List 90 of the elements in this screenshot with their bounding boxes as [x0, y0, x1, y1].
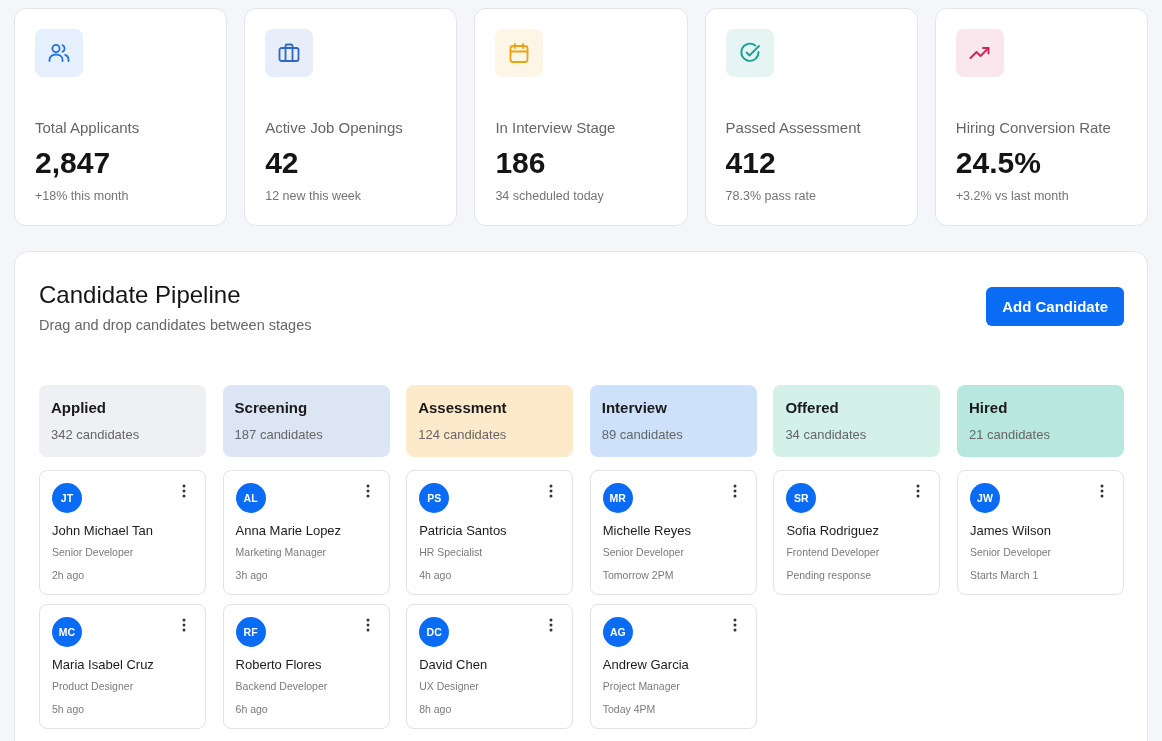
stat-label: Hiring Conversion Rate [955, 119, 1111, 137]
stat-note: 78.3% pass rate [725, 188, 816, 204]
candidate-time: Starts March 1 [970, 568, 1039, 582]
stage-name: Offered [785, 399, 839, 417]
stat-label: Total Applicants [35, 119, 140, 137]
avatar-initials: DC [419, 617, 450, 647]
more-options-icon[interactable] [549, 618, 554, 632]
candidate-role: Senior Developer [52, 545, 134, 559]
stat-note: 12 new this week [265, 188, 362, 204]
candidate-card[interactable]: PS Patricia Santos HR Specialist 4h ago [406, 470, 574, 595]
candidate-card[interactable]: AG Andrew Garcia Project Manager Today 4PM [589, 604, 757, 729]
more-options-icon[interactable] [549, 484, 554, 498]
candidate-time: 8h ago [419, 702, 452, 716]
avatar-initials: MR [602, 483, 633, 513]
stage-name: Hired [969, 399, 1008, 417]
candidate-role: Frontend Developer [786, 545, 880, 559]
stage-count: 187 candidates [234, 427, 323, 443]
candidate-role: Product Designer [52, 679, 134, 693]
candidate-card[interactable]: JW James Wilson Senior Developer Starts March 1 [957, 470, 1124, 595]
candidate-name: Roberto Flores [235, 657, 322, 673]
candidate-name: John Michael Tan [52, 523, 153, 539]
stage-count: 342 candidates [51, 427, 140, 443]
avatar-initials: AG [602, 617, 633, 647]
more-options-icon[interactable] [916, 484, 921, 498]
more-options-icon[interactable] [365, 618, 370, 632]
stat-value: 24.5% [955, 145, 1041, 181]
candidate-card[interactable]: AL Anna Marie Lopez Marketing Manager 3h ago [222, 470, 390, 595]
candidate-time: Today 4PM [602, 702, 656, 716]
candidate-role: HR Specialist [419, 545, 483, 559]
stat-value: 412 [725, 145, 776, 181]
pipeline-subtitle: Drag and drop candidates between stages [39, 316, 312, 334]
candidate-card[interactable]: MR Michelle Reyes Senior Developer Tomorrow 2PM [589, 470, 757, 595]
candidate-name: James Wilson [970, 523, 1051, 539]
candidate-role: Marketing Manager [235, 545, 327, 559]
candidate-role: Backend Developer [235, 679, 328, 693]
candidate-time: Pending response [786, 568, 872, 582]
candidate-name: Andrew Garcia [602, 657, 689, 673]
avatar-initials: MC [52, 617, 82, 647]
more-options-icon[interactable] [732, 618, 737, 632]
candidate-name: Sofia Rodriguez [786, 523, 879, 539]
candidate-card[interactable]: JT John Michael Tan Senior Developer 2h ago [39, 470, 206, 595]
candidate-time: 2h ago [52, 568, 85, 582]
more-options-icon[interactable] [182, 484, 186, 498]
candidate-role: Senior Developer [970, 545, 1052, 559]
candidate-time: 4h ago [419, 568, 452, 582]
stat-value: 42 [265, 145, 299, 181]
more-options-icon[interactable] [365, 484, 370, 498]
candidate-name: Maria Isabel Cruz [52, 657, 154, 673]
candidate-name: David Chen [419, 657, 488, 673]
candidate-card[interactable]: DC David Chen UX Designer 8h ago [406, 604, 574, 729]
stage-count: 89 candidates [601, 427, 683, 443]
stat-value: 2,847 [35, 145, 111, 181]
candidate-name: Michelle Reyes [602, 523, 691, 539]
pipeline-title: Candidate Pipeline [39, 280, 241, 310]
candidate-time: Tomorrow 2PM [602, 568, 674, 582]
more-options-icon[interactable] [182, 618, 186, 632]
candidate-card[interactable]: MC Maria Isabel Cruz Product Designer 5h ago [39, 604, 206, 729]
stat-note: +18% this month [35, 188, 129, 204]
add-candidate-button[interactable]: Add Candidate [986, 287, 1124, 326]
stat-label: Passed Assessment [725, 119, 861, 137]
candidate-name: Patricia Santos [419, 523, 507, 539]
stage-count: 34 candidates [785, 427, 867, 443]
candidate-time: 3h ago [235, 568, 268, 582]
more-options-icon[interactable] [1100, 484, 1104, 498]
avatar-initials: SR [786, 483, 817, 513]
candidate-time: 6h ago [235, 702, 268, 716]
candidate-role: Senior Developer [602, 545, 684, 559]
candidate-role: Project Manager [602, 679, 680, 693]
stage-name: Interview [601, 399, 667, 417]
avatar-initials: RF [235, 617, 266, 647]
candidate-name: Anna Marie Lopez [235, 523, 342, 539]
stat-label: Active Job Openings [265, 119, 403, 137]
candidate-card[interactable]: RF Roberto Flores Backend Developer 6h ago [222, 604, 390, 729]
candidate-card[interactable]: SR Sofia Rodriguez Frontend Developer Pending response [773, 470, 941, 595]
avatar-initials: JW [970, 483, 1000, 513]
stage-name: Screening [234, 399, 308, 417]
avatar-initials: AL [235, 483, 266, 513]
stage-count: 124 candidates [418, 427, 507, 443]
stage-name: Assessment [418, 399, 507, 417]
more-options-icon[interactable] [732, 484, 737, 498]
stat-note: +3.2% vs last month [955, 188, 1069, 204]
candidate-role: UX Designer [419, 679, 479, 693]
stage-count: 21 candidates [969, 427, 1050, 443]
stat-label: In Interview Stage [495, 119, 616, 137]
avatar-initials: PS [419, 483, 450, 513]
candidate-time: 5h ago [52, 702, 85, 716]
stage-name: Applied [51, 399, 106, 417]
stat-value: 186 [495, 145, 546, 181]
avatar-initials: JT [52, 483, 82, 513]
stat-note: 34 scheduled today [495, 188, 604, 204]
